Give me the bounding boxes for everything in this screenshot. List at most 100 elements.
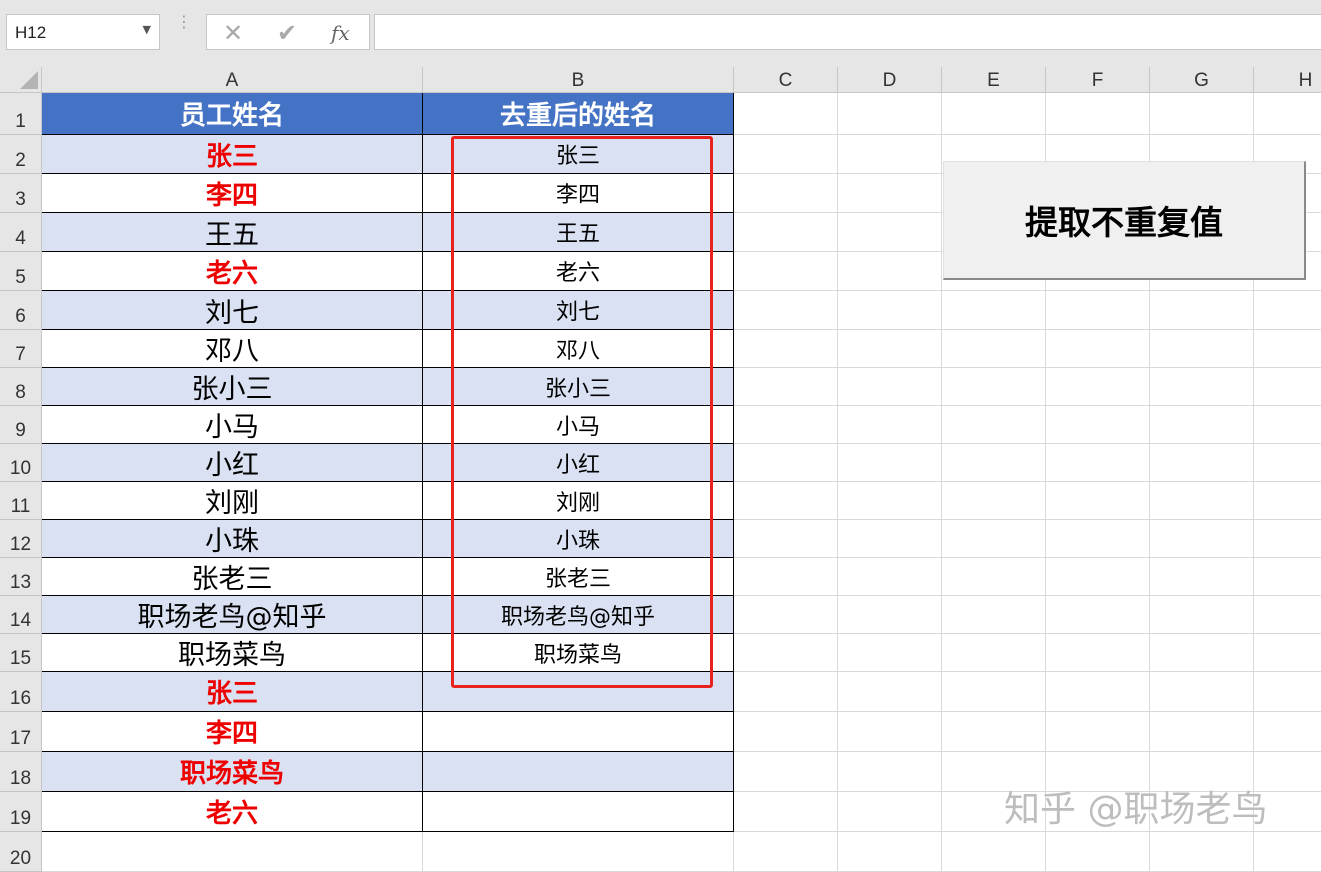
table-header-employee-name[interactable]: 员工姓名 xyxy=(42,93,423,135)
grid-cell[interactable] xyxy=(1150,832,1254,872)
grid-cell[interactable] xyxy=(838,174,942,213)
grid-cell[interactable] xyxy=(734,93,838,135)
extract-unique-button[interactable]: 提取不重复值 xyxy=(943,161,1306,280)
grid-cell[interactable] xyxy=(838,634,942,672)
grid-cell[interactable] xyxy=(1046,558,1150,596)
grid-cell[interactable] xyxy=(1254,291,1321,330)
grid-cell[interactable] xyxy=(734,368,838,406)
grid-cell[interactable] xyxy=(1254,444,1321,482)
drag-handle-icon[interactable]: ⋮ xyxy=(176,14,192,30)
grid-cell[interactable] xyxy=(1254,558,1321,596)
grid-cell[interactable] xyxy=(1150,520,1254,558)
grid-cell[interactable] xyxy=(942,291,1046,330)
row-header-15[interactable]: 15 xyxy=(0,634,42,672)
grid-cell[interactable] xyxy=(1254,832,1321,872)
grid-cell[interactable] xyxy=(838,752,942,792)
employee-name-cell[interactable]: 老六 xyxy=(42,792,423,832)
grid-cell[interactable] xyxy=(1254,482,1321,520)
column-header-d[interactable]: D xyxy=(838,67,942,93)
row-header-7[interactable]: 7 xyxy=(0,330,42,368)
grid-cell[interactable] xyxy=(1046,330,1150,368)
column-header-f[interactable]: F xyxy=(1046,67,1150,93)
function-icon[interactable]: fx xyxy=(331,21,350,45)
grid-cell[interactable] xyxy=(734,406,838,444)
grid-cell[interactable] xyxy=(942,444,1046,482)
grid-cell[interactable] xyxy=(734,832,838,872)
row-header-13[interactable]: 13 xyxy=(0,558,42,596)
column-header-e[interactable]: E xyxy=(942,67,1046,93)
grid-cell[interactable] xyxy=(838,482,942,520)
row-header-4[interactable]: 4 xyxy=(0,213,42,252)
grid-cell[interactable] xyxy=(734,752,838,792)
employee-name-cell[interactable]: 王五 xyxy=(42,213,423,252)
formula-input[interactable] xyxy=(374,14,1321,50)
grid-cell[interactable] xyxy=(1150,291,1254,330)
employee-name-cell[interactable]: 张小三 xyxy=(42,368,423,406)
unique-name-cell[interactable] xyxy=(423,792,734,832)
row-header-3[interactable]: 3 xyxy=(0,174,42,213)
grid-cell[interactable] xyxy=(1046,368,1150,406)
grid-cell[interactable] xyxy=(734,213,838,252)
grid-cell[interactable] xyxy=(1254,406,1321,444)
grid-cell[interactable] xyxy=(734,712,838,752)
employee-name-cell[interactable]: 邓八 xyxy=(42,330,423,368)
grid-cell[interactable] xyxy=(1046,482,1150,520)
grid-cell[interactable] xyxy=(1046,520,1150,558)
table-header-unique-name[interactable]: 去重后的姓名 xyxy=(423,93,734,135)
grid-cell[interactable] xyxy=(1254,368,1321,406)
row-header-14[interactable]: 14 xyxy=(0,596,42,634)
employee-name-cell[interactable]: 刘七 xyxy=(42,291,423,330)
grid-cell[interactable] xyxy=(734,444,838,482)
grid-cell[interactable] xyxy=(838,93,942,135)
grid-cell[interactable] xyxy=(1254,520,1321,558)
grid-cell[interactable] xyxy=(423,832,734,872)
grid-cell[interactable] xyxy=(734,482,838,520)
grid-cell[interactable] xyxy=(1254,330,1321,368)
grid-cell[interactable] xyxy=(838,596,942,634)
grid-cell[interactable] xyxy=(1254,712,1321,752)
grid-cell[interactable] xyxy=(838,558,942,596)
grid-cell[interactable] xyxy=(734,135,838,174)
grid-cell[interactable] xyxy=(942,558,1046,596)
grid-cell[interactable] xyxy=(838,330,942,368)
grid-cell[interactable] xyxy=(1150,558,1254,596)
employee-name-cell[interactable]: 小珠 xyxy=(42,520,423,558)
grid-cell[interactable] xyxy=(1046,406,1150,444)
grid-cell[interactable] xyxy=(1150,712,1254,752)
employee-name-cell[interactable]: 李四 xyxy=(42,174,423,213)
unique-name-cell[interactable] xyxy=(423,712,734,752)
employee-name-cell[interactable]: 李四 xyxy=(42,712,423,752)
grid-cell[interactable] xyxy=(942,330,1046,368)
grid-cell[interactable] xyxy=(1046,444,1150,482)
grid-cell[interactable] xyxy=(838,520,942,558)
grid-cell[interactable] xyxy=(838,832,942,872)
employee-name-cell[interactable]: 小马 xyxy=(42,406,423,444)
grid-cell[interactable] xyxy=(1150,330,1254,368)
row-header-10[interactable]: 10 xyxy=(0,444,42,482)
grid-cell[interactable] xyxy=(1150,406,1254,444)
row-header-11[interactable]: 11 xyxy=(0,482,42,520)
grid-cell[interactable] xyxy=(1150,93,1254,135)
row-header-9[interactable]: 9 xyxy=(0,406,42,444)
grid-cell[interactable] xyxy=(734,672,838,712)
grid-cell[interactable] xyxy=(1150,672,1254,712)
employee-name-cell[interactable]: 张老三 xyxy=(42,558,423,596)
row-header-1[interactable]: 1 xyxy=(0,93,42,135)
grid-cell[interactable] xyxy=(1150,634,1254,672)
grid-cell[interactable] xyxy=(942,672,1046,712)
grid-cell[interactable] xyxy=(942,832,1046,872)
grid-cell[interactable] xyxy=(838,213,942,252)
grid-cell[interactable] xyxy=(1046,672,1150,712)
grid-cell[interactable] xyxy=(1150,482,1254,520)
grid-cell[interactable] xyxy=(734,330,838,368)
grid-cell[interactable] xyxy=(1254,672,1321,712)
grid-cell[interactable] xyxy=(942,520,1046,558)
grid-cell[interactable] xyxy=(942,406,1046,444)
grid-cell[interactable] xyxy=(838,792,942,832)
row-header-8[interactable]: 8 xyxy=(0,368,42,406)
grid-cell[interactable] xyxy=(734,792,838,832)
row-header-19[interactable]: 19 xyxy=(0,792,42,832)
unique-name-cell[interactable] xyxy=(423,752,734,792)
grid-cell[interactable] xyxy=(1150,596,1254,634)
row-header-6[interactable]: 6 xyxy=(0,291,42,330)
